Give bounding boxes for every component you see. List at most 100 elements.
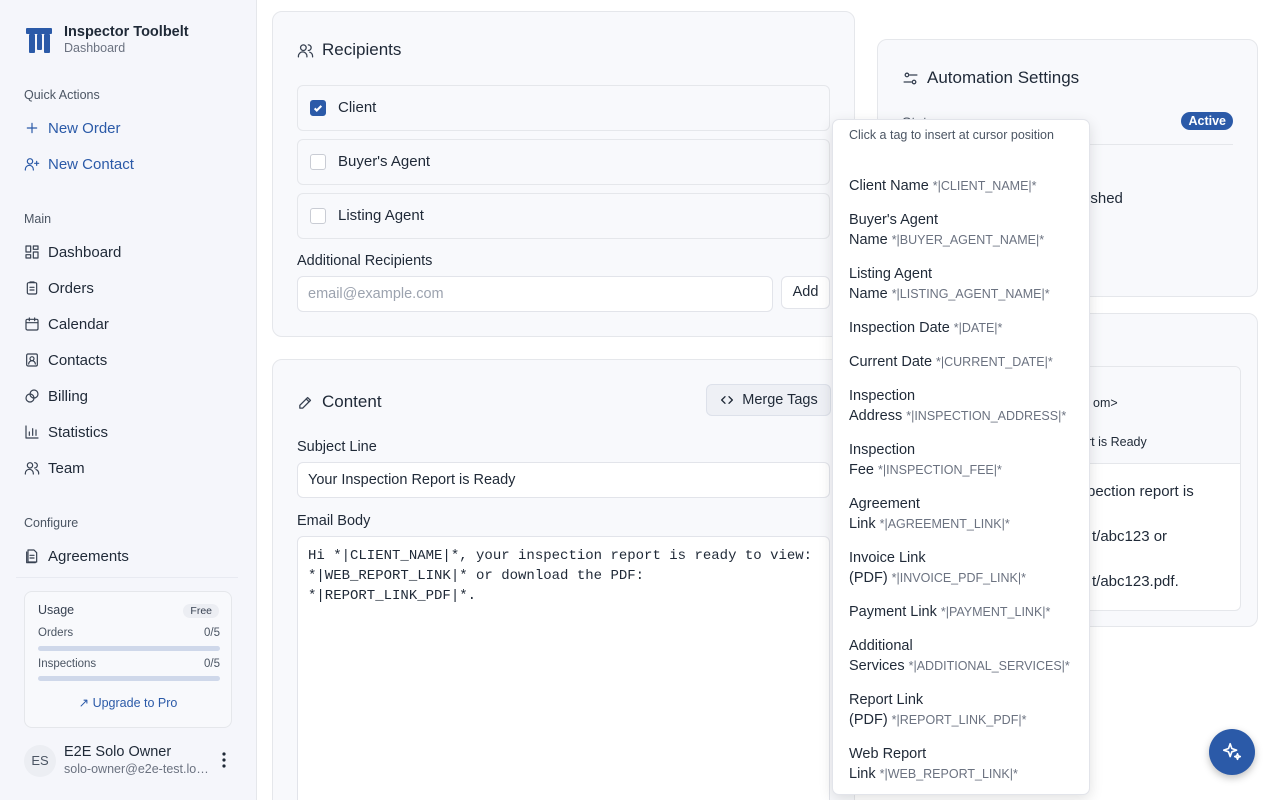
new-order-button[interactable]: New Order — [24, 118, 121, 138]
calendar-icon — [25, 317, 39, 331]
merge-tag-code: *|INSPECTION_FEE|* — [878, 463, 1002, 477]
ai-assistant-button[interactable] — [1209, 729, 1255, 775]
configure-heading: Configure — [24, 516, 79, 530]
merge-tag-label: Current Date — [849, 354, 933, 370]
new-contact-button[interactable]: New Contact — [24, 154, 134, 174]
merge-tag-label: Listing Agent — [849, 266, 933, 282]
preview-body-line: t/abc123.pdf. — [1092, 573, 1179, 590]
plan-badge: Free — [183, 604, 219, 618]
merge-tag-code: *|CURRENT_DATE|* — [936, 355, 1053, 369]
sidebar: Inspector Toolbelt Dashboard Quick Actio… — [0, 0, 256, 800]
merge-tag-label-cont: Link — [849, 516, 876, 532]
merge-tag-item[interactable]: Current Date *|CURRENT_DATE|* — [849, 352, 1081, 372]
content-title: Content — [322, 392, 382, 411]
merge-tag-item[interactable]: Payment Link *|PAYMENT_LINK|* — [849, 602, 1081, 622]
listing-agent-checkbox-label: Listing Agent — [338, 207, 424, 224]
email-body-textarea[interactable]: Hi *|CLIENT_NAME|*, your inspection repo… — [297, 536, 830, 800]
add-recipient-button[interactable]: Add — [781, 276, 830, 309]
merge-tag-label: Buyer's Agent — [849, 212, 939, 228]
sidebar-item-label: Agreements — [48, 547, 129, 565]
merge-tag-item[interactable]: Inspection Fee *|INSPECTION_FEE|* — [849, 440, 1081, 480]
users-icon — [24, 462, 40, 475]
merge-tag-item[interactable]: Agreement Link *|AGREEMENT_LINK|* — [849, 494, 1081, 534]
merge-tag-label: Additional — [849, 638, 913, 654]
sidebar-item-dashboard[interactable]: Dashboard — [24, 242, 121, 262]
arrow-up-right-icon: ↗ — [78, 696, 93, 710]
merge-tag-code: *|PAYMENT_LINK|* — [940, 605, 1051, 619]
buyers-agent-checkbox-label: Buyer's Agent — [338, 153, 431, 170]
avatar: ES — [24, 745, 56, 777]
client-checkbox-label: Client — [338, 99, 377, 116]
sidebar-item-label: Team — [48, 459, 85, 477]
content-card: Content Merge Tags Subject Line Email Bo… — [272, 359, 855, 800]
merge-tag-item[interactable]: Report Link (PDF) *|REPORT_LINK_PDF|* — [849, 690, 1081, 730]
usage-orders-value: 0/5 — [204, 627, 220, 639]
additional-recipients-label: Additional Recipients — [297, 253, 433, 269]
merge-tag-label: Report Link — [849, 692, 924, 708]
upgrade-link[interactable]: ↗ Upgrade to Pro — [25, 695, 231, 710]
brand-title: Inspector Toolbelt — [64, 24, 189, 40]
sidebar-item-orders[interactable]: Orders — [24, 278, 94, 298]
email-body-label: Email Body — [297, 513, 371, 529]
user-profile[interactable]: ES E2E Solo Owner solo-owner@e2e-test.lo… — [24, 744, 240, 778]
merge-tag-item[interactable]: Listing Agent Name *|LISTING_AGENT_NAME|* — [849, 264, 1081, 304]
merge-tag-code: *|INVOICE_PDF_LINK|* — [891, 571, 1026, 585]
preview-from: om> — [1093, 396, 1118, 410]
buyers-agent-checkbox[interactable] — [310, 154, 326, 170]
recipient-client-option[interactable]: Client — [297, 85, 830, 131]
sidebar-item-agreements[interactable]: Agreements — [24, 546, 129, 566]
usage-inspections-row: Inspections 0/5 — [38, 658, 220, 670]
sidebar-item-team[interactable]: Team — [24, 458, 85, 478]
merge-tag-item[interactable]: Buyer's Agent Name *|BUYER_AGENT_NAME|* — [849, 210, 1081, 250]
merge-tag-item[interactable]: Additional Services *|ADDITIONAL_SERVICES|… — [849, 636, 1081, 676]
merge-tag-item[interactable]: Invoice Link (PDF) *|INVOICE_PDF_LINK|* — [849, 548, 1081, 588]
client-checkbox[interactable] — [310, 100, 326, 116]
merge-tag-code: *|REPORT_LINK_PDF|* — [891, 713, 1027, 727]
sidebar-item-billing[interactable]: Billing — [24, 386, 88, 406]
sidebar-item-statistics[interactable]: Statistics — [24, 422, 108, 442]
automation-title: Automation Settings — [927, 68, 1080, 87]
merge-tag-label-cont: Name — [849, 286, 888, 302]
brand-subtitle: Dashboard — [64, 41, 126, 55]
merge-tag-code: *|INSPECTION_ADDRESS|* — [906, 409, 1067, 423]
brand[interactable]: Inspector Toolbelt Dashboard — [24, 24, 189, 56]
usage-inspections-bar — [38, 676, 220, 681]
recipient-buyers-agent-option[interactable]: Buyer's Agent — [297, 139, 830, 185]
sidebar-item-calendar[interactable]: Calendar — [24, 314, 109, 334]
merge-tag-label: Agreement — [849, 496, 920, 512]
usage-orders-bar — [38, 646, 220, 651]
merge-tags-label: Merge Tags — [742, 392, 818, 408]
merge-tag-item[interactable]: Inspection Date *|DATE|* — [849, 318, 1081, 338]
quick-actions-heading: Quick Actions — [24, 88, 100, 102]
contact-card-icon — [26, 353, 38, 367]
subject-line-input[interactable] — [297, 462, 830, 498]
new-contact-label: New Contact — [48, 155, 134, 173]
merge-tags-button[interactable]: Merge Tags — [706, 384, 831, 416]
subject-line-label: Subject Line — [297, 439, 377, 455]
preview-subject: rt is Ready — [1087, 435, 1147, 449]
merge-tag-item[interactable]: Inspection Address *|INSPECTION_ADDRESS|* — [849, 386, 1081, 426]
merge-tag-code: *|LISTING_AGENT_NAME|* — [891, 287, 1050, 301]
new-order-label: New Order — [48, 119, 121, 137]
additional-recipient-email-input[interactable] — [297, 276, 773, 312]
usage-orders-row: Orders 0/5 — [38, 627, 220, 639]
user-name: E2E Solo Owner — [64, 744, 172, 760]
merge-tag-label-cont: (PDF) — [849, 570, 888, 586]
merge-tag-item[interactable]: Web Report Link *|WEB_REPORT_LINK|* — [849, 744, 1081, 784]
merge-tag-label: Web Report — [849, 746, 927, 762]
recipient-listing-agent-option[interactable]: Listing Agent — [297, 193, 830, 239]
user-email: solo-owner@e2e-test.local — [64, 762, 209, 776]
merge-tag-code: *|ADDITIONAL_SERVICES|* — [908, 659, 1070, 673]
merge-tag-item[interactable]: Client Name *|CLIENT_NAME|* — [849, 176, 1081, 196]
plus-icon — [26, 122, 38, 134]
recipients-heading: Recipients — [297, 40, 401, 60]
automation-heading: Automation Settings — [902, 68, 1079, 88]
sidebar-item-contacts[interactable]: Contacts — [24, 350, 107, 370]
merge-tag-code: *|CLIENT_NAME|* — [932, 179, 1037, 193]
billing-icon — [25, 389, 39, 403]
preview-body-line: t/abc123 or — [1092, 528, 1168, 545]
users-icon — [297, 43, 314, 58]
more-vertical-icon[interactable] — [214, 750, 234, 770]
listing-agent-checkbox[interactable] — [310, 208, 326, 224]
main-heading: Main — [24, 212, 52, 226]
